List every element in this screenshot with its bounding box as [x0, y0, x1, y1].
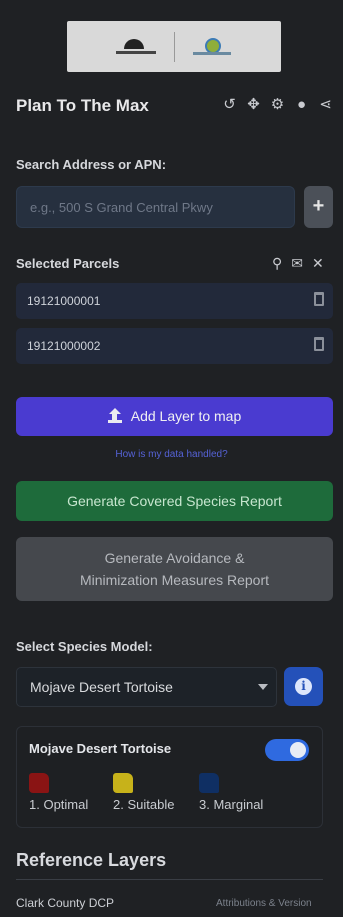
close-icon[interactable]: ✕: [312, 255, 324, 272]
search-label: Search Address or APN:: [16, 157, 167, 172]
logo-divider: [173, 31, 175, 62]
selected-parcels-label: Selected Parcels: [16, 256, 120, 271]
mail-icon[interactable]: ✉: [291, 255, 303, 272]
reference-layers-title: Reference Layers: [16, 850, 167, 870]
parcel-number: 19121000002: [27, 339, 101, 353]
info-icon: i: [295, 678, 312, 695]
species-select[interactable]: Mojave Desert Tortoise: [16, 667, 277, 707]
parcel-row: 19121000002: [16, 328, 333, 364]
agency-logo-banner: [67, 21, 281, 72]
add-layer-label: Add Layer to map: [130, 408, 242, 424]
search-input[interactable]: [16, 186, 295, 228]
upload-icon: [107, 408, 122, 423]
parcel-row: 19121000001: [16, 283, 333, 319]
species-layer-toggle[interactable]: [265, 739, 309, 761]
avoidance-report-button[interactable]: Generate Avoidance & Minimization Measur…: [16, 537, 333, 601]
dcp-logo-icon: [189, 37, 235, 57]
toggle-knob: [290, 742, 306, 758]
legend-label: 2. Suitable: [113, 797, 175, 812]
legend-swatch: [113, 773, 133, 793]
species-info-button[interactable]: i: [284, 667, 323, 706]
share-icon[interactable]: ⋖: [318, 96, 333, 114]
species-card-title: Mojave Desert Tortoise: [29, 741, 172, 756]
footer-agency: Clark County DCP: [16, 896, 115, 910]
add-search-button[interactable]: +: [304, 186, 333, 228]
data-handling-link[interactable]: How is my data handled?: [0, 449, 343, 460]
undo-icon[interactable]: ↺: [222, 96, 237, 114]
chevron-down-icon: [258, 684, 268, 690]
move-icon[interactable]: ✥: [246, 96, 261, 114]
help-icon[interactable]: ●: [294, 96, 309, 114]
header-toolbar: ↺ ✥ ⚙ ● ⋖: [222, 96, 333, 114]
app-title: Plan To The Max: [16, 96, 149, 115]
species-model-label: Select Species Model:: [16, 639, 153, 654]
trash-icon[interactable]: [314, 337, 324, 351]
parcel-toolbar: ⚲ ✉ ✕: [272, 255, 324, 272]
legend-swatch: [29, 773, 49, 793]
avoidance-label-line2: Minimization Measures Report: [79, 572, 270, 588]
attributions-link[interactable]: Attributions & Version: [216, 898, 312, 909]
add-layer-button[interactable]: Add Layer to map: [16, 397, 333, 436]
avoidance-label-line1: Generate Avoidance &: [104, 550, 245, 566]
trash-icon[interactable]: [314, 292, 324, 306]
search-icon[interactable]: ⚲: [272, 255, 282, 272]
legend-label: 3. Marginal: [199, 797, 264, 812]
legend-label: 1. Optimal: [29, 797, 89, 812]
covered-species-report-button[interactable]: Generate Covered Species Report: [16, 481, 333, 521]
settings-icon[interactable]: ⚙: [270, 96, 285, 114]
parcel-number: 19121000001: [27, 294, 101, 308]
legend-swatch: [199, 773, 219, 793]
county-logo-icon: [114, 37, 160, 57]
species-card: Mojave Desert Tortoise 1. Optimal 2. Sui…: [16, 726, 323, 828]
section-divider: [16, 879, 323, 880]
species-select-value: Mojave Desert Tortoise: [30, 679, 173, 695]
